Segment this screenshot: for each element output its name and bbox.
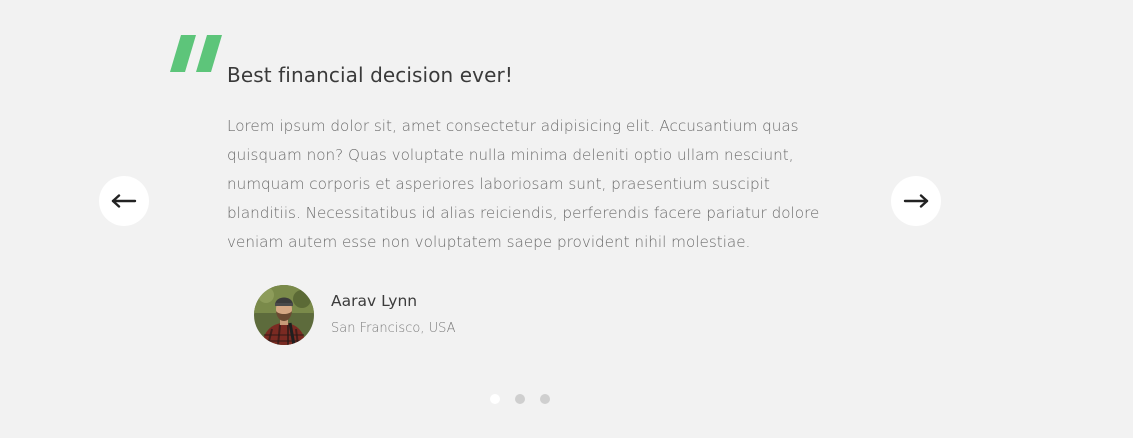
testimonial-text: Lorem ipsum dolor sit, amet consectetur … — [227, 117, 820, 251]
slide-dot-1[interactable] — [490, 394, 500, 404]
slide-dot-2[interactable] — [515, 394, 525, 404]
arrow-left-icon — [111, 194, 137, 208]
previous-slide-button[interactable] — [99, 176, 149, 226]
avatar — [254, 285, 314, 345]
next-slide-button[interactable] — [891, 176, 941, 226]
author-name: Aarav Lynn — [331, 292, 418, 310]
author-location: San Francisco, USA — [331, 321, 456, 336]
arrow-right-icon — [903, 194, 929, 208]
testimonial-title: Best financial decision ever! — [227, 63, 513, 87]
quote-icon — [168, 28, 228, 78]
slide-indicators — [490, 394, 550, 404]
slide-dot-3[interactable] — [540, 394, 550, 404]
